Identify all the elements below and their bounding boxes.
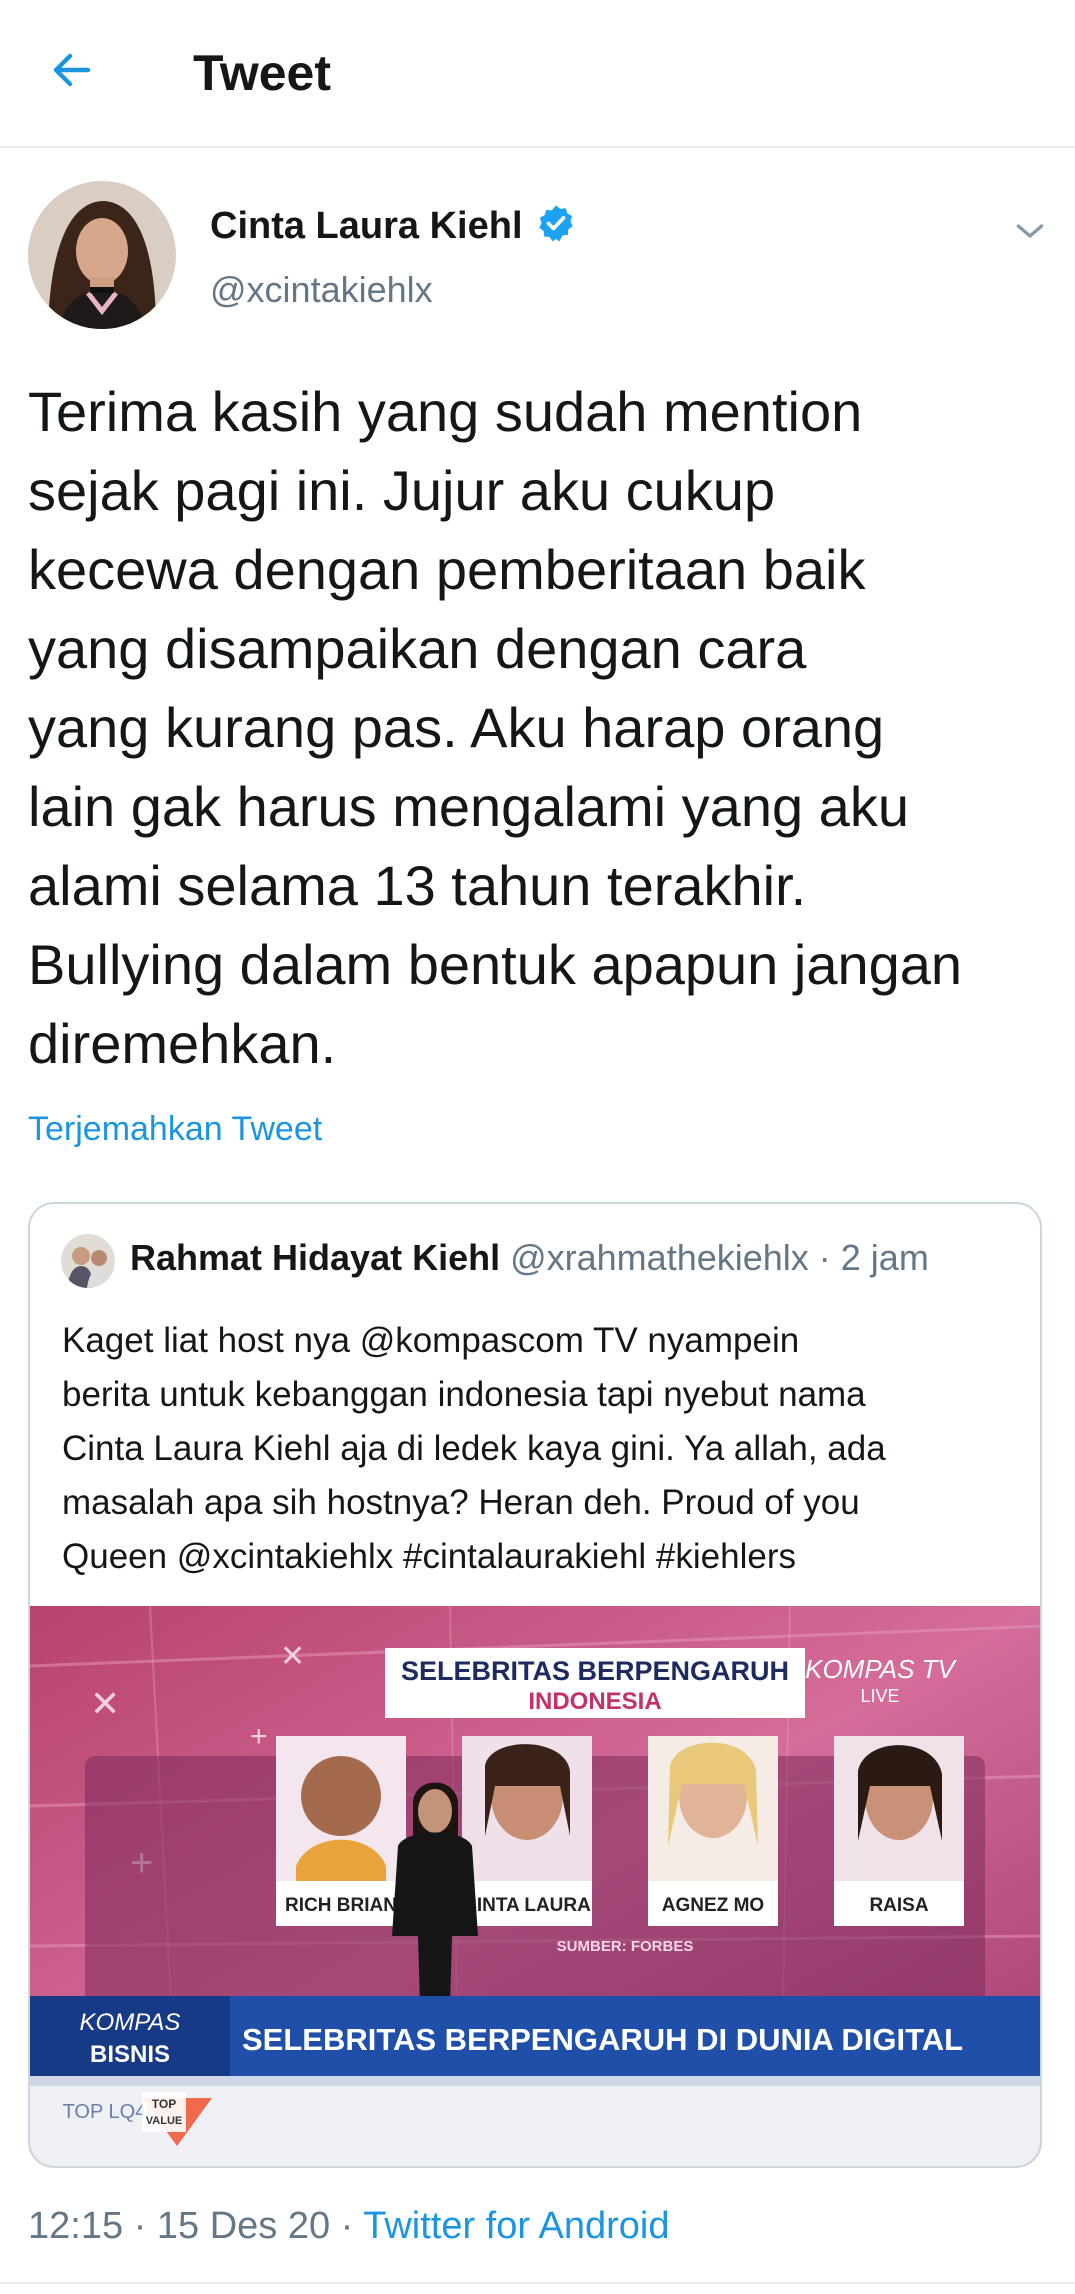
quoted-header: Rahmat Hidayat Kiehl @xrahmathekiehlx · … xyxy=(130,1237,929,1279)
tweet-date: 15 Des 20 xyxy=(156,2205,331,2247)
chevron-down-icon[interactable] xyxy=(1010,211,1050,251)
top-app-bar: Tweet xyxy=(0,0,1075,148)
tweet-line: kecewa dengan pemberitaan baik xyxy=(28,538,866,601)
media-card: RICH BRIAN xyxy=(276,1736,406,1926)
quoted-author-name: Rahmat Hidayat Kiehl xyxy=(130,1237,501,1278)
quoted-timestamp: · 2 jam xyxy=(818,1237,929,1278)
media-source-label: SUMBER: FORBES xyxy=(557,1938,694,1955)
quoted-tweet[interactable]: Rahmat Hidayat Kiehl @xrahmathekiehlx · … xyxy=(28,1202,1042,2168)
separator-dot: · xyxy=(133,2205,157,2247)
svg-text:✕: ✕ xyxy=(280,1640,305,1673)
tweet-time: 12:15 xyxy=(28,2205,124,2247)
tweet-line: lain gak harus mengalami yang aku xyxy=(28,775,909,838)
author-avatar[interactable] xyxy=(28,181,176,329)
tweet-source-link[interactable]: Twitter for Android xyxy=(363,2205,669,2247)
quoted-line: Queen @xcintakiehlx #cintalaurakiehl #ki… xyxy=(62,1537,796,1576)
arrow-left-icon xyxy=(53,53,91,87)
tweet-author: Cinta Laura Kiehl @xcintakiehlx xyxy=(28,181,1048,341)
separator-dot: · xyxy=(340,2205,364,2247)
media-card: RAISA xyxy=(834,1736,964,1926)
tweet-line: diremehkan. xyxy=(28,1012,337,1075)
quoted-line: Kaget liat host nya @kompascom TV nyampe… xyxy=(62,1321,800,1360)
quoted-line: masalah apa sih hostnya? Heran deh. Prou… xyxy=(62,1483,860,1522)
media-live-label: LIVE xyxy=(860,1686,899,1706)
tweet-line: yang kurang pas. Aku harap orang xyxy=(28,696,885,759)
media-headline-sub: INDONESIA xyxy=(528,1688,661,1715)
author-handle[interactable]: @xcintakiehlx xyxy=(210,269,433,311)
svg-text:AGNEZ MO: AGNEZ MO xyxy=(662,1895,764,1916)
media-card: CINTA LAURA xyxy=(462,1736,592,1926)
divider xyxy=(0,2282,1075,2284)
media-channel-logo: KOMPAS TV xyxy=(805,1654,957,1684)
svg-text:RAISA: RAISA xyxy=(869,1895,928,1916)
quoted-text: Kaget liat host nya @kompascom TV nyampe… xyxy=(62,1314,1022,1584)
media-ticker: SELEBRITAS BERPENGARUH DI DUNIA DIGITAL xyxy=(242,2022,963,2057)
svg-text:RICH BRIAN: RICH BRIAN xyxy=(285,1895,397,1916)
quoted-media-image[interactable]: ✕ ✕ + + + SELEBRITAS BERPENGARUH INDONES… xyxy=(30,1606,1040,2166)
back-button[interactable] xyxy=(40,38,104,102)
tweet-line: alami selama 13 tahun terakhir. xyxy=(28,854,807,917)
media-brand-top: KOMPAS xyxy=(80,2009,181,2036)
svg-text:✕: ✕ xyxy=(90,1683,120,1724)
tweet-text: Terima kasih yang sudah mention sejak pa… xyxy=(28,372,1058,1083)
media-headline: SELEBRITAS BERPENGARUH xyxy=(401,1656,789,1686)
media-brand-bottom: BISNIS xyxy=(90,2041,170,2068)
page-title: Tweet xyxy=(193,45,331,101)
svg-text:CINTA LAURA: CINTA LAURA xyxy=(463,1895,591,1916)
svg-text:+: + xyxy=(250,1720,268,1753)
quoted-author-avatar xyxy=(61,1234,115,1288)
tweet-line: Terima kasih yang sudah mention xyxy=(28,380,863,443)
svg-text:TOP: TOP xyxy=(152,2097,176,2111)
translate-tweet-link[interactable]: Terjemahkan Tweet xyxy=(28,1110,322,1149)
tweet-line: yang disampaikan dengan cara xyxy=(28,617,807,680)
tweet-line: Bullying dalam bentuk apapun jangan xyxy=(28,933,963,996)
quoted-line: berita untuk kebanggan indonesia tapi ny… xyxy=(62,1375,866,1414)
svg-text:VALUE: VALUE xyxy=(146,2115,182,2127)
verified-badge-icon xyxy=(539,205,573,242)
author-name[interactable]: Cinta Laura Kiehl xyxy=(210,205,523,248)
tweet-line: sejak pagi ini. Jujur aku cukup xyxy=(28,459,776,522)
tweet-metadata: 12:15 · 15 Des 20 · Twitter for Android xyxy=(28,2205,669,2248)
quoted-author-handle: @xrahmathekiehlx xyxy=(510,1237,809,1278)
media-card: AGNEZ MO xyxy=(648,1736,778,1926)
quoted-line: Cinta Laura Kiehl aja di ledek kaya gini… xyxy=(62,1429,886,1468)
